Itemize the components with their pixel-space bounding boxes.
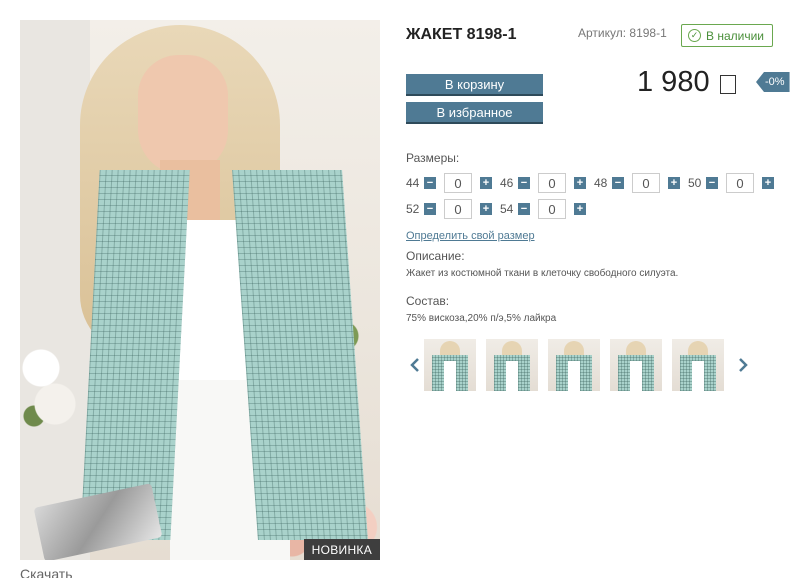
quantity-input[interactable]: 0 [538,199,566,219]
thumbnail-2[interactable] [486,339,538,391]
composition-label: Состав: [406,294,450,308]
increment-button[interactable]: + [762,177,774,189]
increment-button[interactable]: + [574,177,586,189]
thumbnail-1[interactable] [424,339,476,391]
composition-text: 75% вискоза,20% п/э,5% лайкра [406,313,557,324]
description-label: Описание: [406,249,465,263]
size-label: 52 [406,202,420,216]
quantity-input[interactable]: 0 [726,173,754,193]
product-main-photo[interactable]: НОВИНКА [20,20,380,560]
size-label: 44 [406,176,420,190]
sizes-row-2: 52 − 0 + 54 − 0 + [406,199,594,219]
size-stepper-48: 48 − 0 + [594,173,680,193]
size-label: 48 [594,176,608,190]
thumbnail-gallery [406,339,752,391]
cut-off-text: Скачать [20,566,73,578]
decrement-button[interactable]: − [424,203,436,215]
quantity-input[interactable]: 0 [444,199,472,219]
product-sku: Артикул: 8198-1 [578,26,667,40]
thumbnail-3[interactable] [548,339,600,391]
increment-button[interactable]: + [668,177,680,189]
thumbnail-5[interactable] [672,339,724,391]
photo-model-face [138,55,228,175]
photo-flowers-left [20,320,90,440]
chevron-left-icon[interactable] [406,339,424,391]
product-price: 1 980 [637,66,710,98]
new-badge: НОВИНКА [303,539,380,560]
add-to-cart-button[interactable]: В корзину [406,74,543,94]
thumb-top [692,361,704,391]
stock-badge: ✓ В наличии [681,24,774,47]
decrement-button[interactable]: − [518,177,530,189]
size-stepper-52: 52 − 0 + [406,199,492,219]
quantity-input[interactable]: 0 [538,173,566,193]
size-label: 54 [500,202,514,216]
sizes-label: Размеры: [406,151,460,165]
currency-icon [720,75,736,94]
quantity-input[interactable]: 0 [444,173,472,193]
check-circle-icon: ✓ [688,29,701,42]
size-stepper-44: 44 − 0 + [406,173,492,193]
thumb-top [506,361,518,391]
find-size-link[interactable]: Определить свой размер [406,230,535,242]
description-text: Жакет из костюмной ткани в клеточку своб… [406,268,679,279]
stock-label: В наличии [706,28,765,43]
size-stepper-46: 46 − 0 + [500,173,586,193]
discount-badge: -0% [756,72,790,92]
decrement-button[interactable]: − [518,203,530,215]
decrement-button[interactable]: − [612,177,624,189]
quantity-input[interactable]: 0 [632,173,660,193]
decrement-button[interactable]: − [706,177,718,189]
size-label: 46 [500,176,514,190]
thumb-top [444,361,456,391]
increment-button[interactable]: + [480,203,492,215]
sizes-row-1: 44 − 0 + 46 − 0 + 48 − 0 + 50 − 0 + [406,173,782,193]
size-stepper-50: 50 − 0 + [688,173,774,193]
thumb-top [568,361,580,391]
add-to-favorites-button[interactable]: В избранное [406,102,543,122]
thumb-top [630,361,642,391]
decrement-button[interactable]: − [424,177,436,189]
increment-button[interactable]: + [574,203,586,215]
increment-button[interactable]: + [480,177,492,189]
thumbnail-4[interactable] [610,339,662,391]
product-title: ЖАКЕТ 8198-1 [406,26,517,43]
chevron-right-icon[interactable] [734,339,752,391]
size-label: 50 [688,176,702,190]
size-stepper-54: 54 − 0 + [500,199,586,219]
